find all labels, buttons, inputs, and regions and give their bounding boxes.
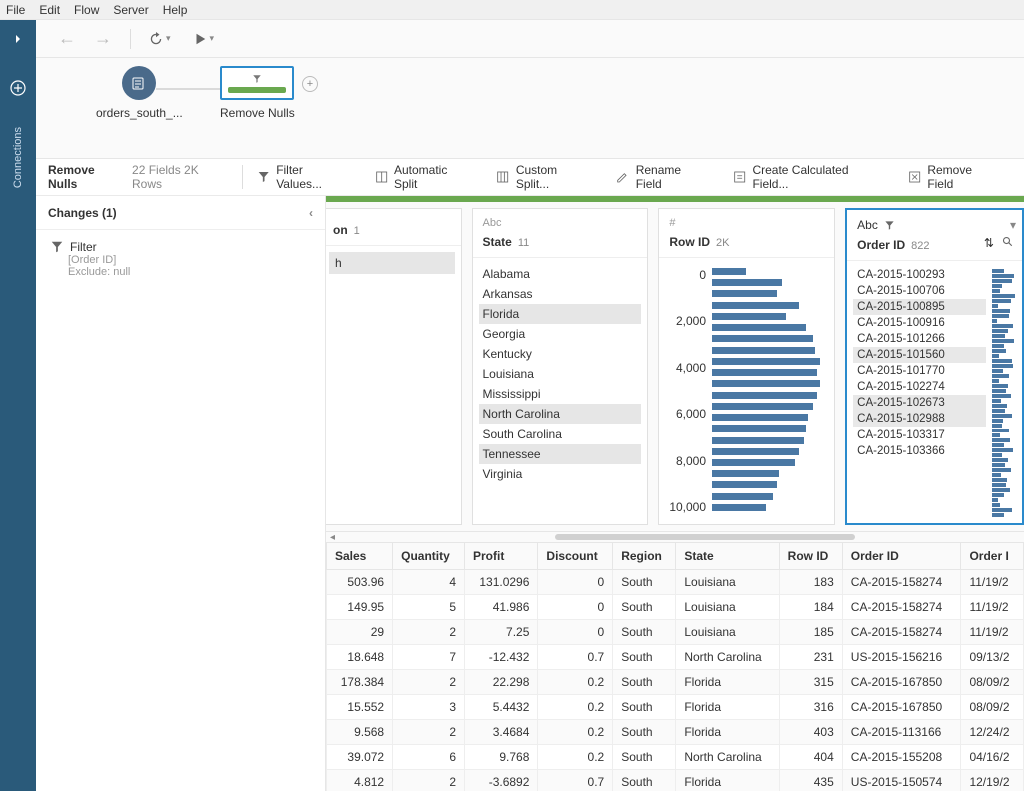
custom-split-button[interactable]: Custom Split... xyxy=(496,163,590,191)
list-item[interactable]: Florida xyxy=(479,304,642,324)
list-item[interactable]: Virginia xyxy=(479,464,642,484)
column-header[interactable]: Row ID xyxy=(779,543,842,570)
list-item[interactable]: CA-2015-100916 xyxy=(853,315,986,331)
rename-field-button[interactable]: Rename Field xyxy=(616,163,707,191)
menu-edit[interactable]: Edit xyxy=(39,3,60,17)
list-item[interactable]: CA-2015-103317 xyxy=(853,427,986,443)
list-item[interactable]: Tennessee xyxy=(479,444,642,464)
column-header[interactable]: Profit xyxy=(465,543,538,570)
field-card-rowid[interactable]: # Row ID2K 02,0004,0006,0008,00010,000 xyxy=(658,208,835,525)
changes-header: Changes (1) xyxy=(48,206,117,220)
list-item[interactable]: CA-2015-103366 xyxy=(853,443,986,459)
field-cards-row: on1 h Abc State11 AlabamaArkansasFlorida… xyxy=(326,202,1024,532)
list-item[interactable]: Alabama xyxy=(479,264,642,284)
list-item[interactable]: Arkansas xyxy=(479,284,642,304)
connections-label: Connections xyxy=(12,127,24,188)
flow-clean-node[interactable] xyxy=(220,66,294,100)
filter-icon xyxy=(50,240,64,254)
column-header[interactable]: Region xyxy=(613,543,676,570)
list-item[interactable]: Kentucky xyxy=(479,344,642,364)
list-item[interactable]: North Carolina xyxy=(479,404,642,424)
menu-server[interactable]: Server xyxy=(113,3,148,17)
field-card-partial[interactable]: on1 h xyxy=(326,208,462,525)
flow-clean-label: Remove Nulls xyxy=(220,106,295,120)
sidebar-toggle[interactable] xyxy=(0,20,36,58)
list-item[interactable]: South Carolina xyxy=(479,424,642,444)
list-item[interactable]: CA-2015-101770 xyxy=(853,363,986,379)
automatic-split-button[interactable]: Automatic Split xyxy=(375,163,471,191)
changes-panel: Changes (1) ‹ Filter [Order ID] Exclude:… xyxy=(36,196,326,791)
table-row[interactable]: 149.95541.9860SouthLouisiana184CA-2015-1… xyxy=(327,595,1024,620)
table-row[interactable]: 18.6487-12.4320.7SouthNorth Carolina231U… xyxy=(327,645,1024,670)
column-header[interactable]: Order I xyxy=(961,543,1024,570)
list-item[interactable]: Georgia xyxy=(479,324,642,344)
nav-forward[interactable]: → xyxy=(94,28,112,49)
refresh-button[interactable]: ▾ xyxy=(149,32,171,46)
column-header[interactable]: Order ID xyxy=(842,543,961,570)
flow-source-label: orders_south_... xyxy=(96,106,183,120)
table-row[interactable]: 2927.250SouthLouisiana185CA-2015-1582741… xyxy=(327,620,1024,645)
list-item[interactable]: CA-2015-100895 xyxy=(853,299,986,315)
create-calculated-field-button[interactable]: =Create Calculated Field... xyxy=(733,163,882,191)
list-item[interactable]: CA-2015-101266 xyxy=(853,331,986,347)
table-row[interactable]: 15.55235.44320.2SouthFlorida316CA-2015-1… xyxy=(327,695,1024,720)
menu-file[interactable]: File xyxy=(6,3,25,17)
type-number-icon: # xyxy=(669,217,824,229)
table-row[interactable]: 4.8122-3.68920.7SouthFlorida435US-2015-1… xyxy=(327,770,1024,791)
main-area: Changes (1) ‹ Filter [Order ID] Exclude:… xyxy=(36,196,1024,791)
list-item[interactable]: CA-2015-100706 xyxy=(853,283,986,299)
nav-back[interactable]: ← xyxy=(58,28,76,49)
menu-flow[interactable]: Flow xyxy=(74,3,99,17)
horizontal-scrollbar[interactable]: ◂ xyxy=(326,532,1024,542)
list-item[interactable]: Mississippi xyxy=(479,384,642,404)
list-item[interactable]: Louisiana xyxy=(479,364,642,384)
menubar: File Edit Flow Server Help xyxy=(0,0,1024,20)
field-card-state[interactable]: Abc State11 AlabamaArkansasFloridaGeorgi… xyxy=(472,208,649,525)
list-item[interactable]: CA-2015-100293 xyxy=(853,267,986,283)
change-item[interactable]: Filter [Order ID] Exclude: null xyxy=(36,230,325,288)
run-button[interactable]: ▾ xyxy=(193,32,215,46)
left-rail: Connections xyxy=(0,58,36,791)
remove-field-button[interactable]: Remove Field xyxy=(908,163,998,191)
table-row[interactable]: 9.56823.46840.2SouthFlorida403CA-2015-11… xyxy=(327,720,1024,745)
column-header[interactable]: Sales xyxy=(327,543,393,570)
table-row[interactable]: 178.384222.2980.2SouthFlorida315CA-2015-… xyxy=(327,670,1024,695)
flow-source-node[interactable] xyxy=(122,66,156,100)
data-grid[interactable]: SalesQuantityProfitDiscountRegionStateRo… xyxy=(326,542,1024,791)
table-row[interactable]: 39.07269.7680.2SouthNorth Carolina404CA-… xyxy=(327,745,1024,770)
search-icon[interactable] xyxy=(1002,236,1014,251)
list-item[interactable]: CA-2015-102988 xyxy=(853,411,986,427)
step-subtitle: 22 Fields 2K Rows xyxy=(132,163,228,191)
step-title: Remove Nulls xyxy=(48,163,124,191)
filter-values-button[interactable]: Filter Values... xyxy=(257,163,349,191)
column-header[interactable]: Quantity xyxy=(393,543,465,570)
column-header[interactable]: State xyxy=(676,543,779,570)
type-abc-icon: Abc xyxy=(483,217,638,229)
list-item[interactable]: CA-2015-102673 xyxy=(853,395,986,411)
type-abc-icon: Abc xyxy=(857,218,878,232)
flow-canvas[interactable]: orders_south_... Remove Nulls + xyxy=(36,58,1024,158)
step-toolbar: Remove Nulls 22 Fields 2K Rows Filter Va… xyxy=(36,158,1024,196)
field-card-orderid[interactable]: Abc ▾ Order ID822 ⇅ CA-2015-100293CA-201… xyxy=(845,208,1024,525)
column-header[interactable]: Discount xyxy=(538,543,613,570)
filter-icon xyxy=(884,220,895,231)
sort-icon[interactable]: ⇅ xyxy=(984,236,994,251)
menu-help[interactable]: Help xyxy=(163,3,188,17)
list-item[interactable]: CA-2015-102274 xyxy=(853,379,986,395)
svg-text:=: = xyxy=(737,172,743,183)
add-connection-button[interactable] xyxy=(10,80,26,99)
table-row[interactable]: 503.964131.02960SouthLouisiana183CA-2015… xyxy=(327,570,1024,595)
collapse-changes-button[interactable]: ‹ xyxy=(309,206,313,220)
card-menu-button[interactable]: ▾ xyxy=(1010,218,1016,232)
add-step-button[interactable]: + xyxy=(302,76,318,92)
app-toolbar: ← → ▾ ▾ xyxy=(0,20,1024,58)
list-item[interactable]: CA-2015-101560 xyxy=(853,347,986,363)
filter-icon xyxy=(252,74,262,84)
